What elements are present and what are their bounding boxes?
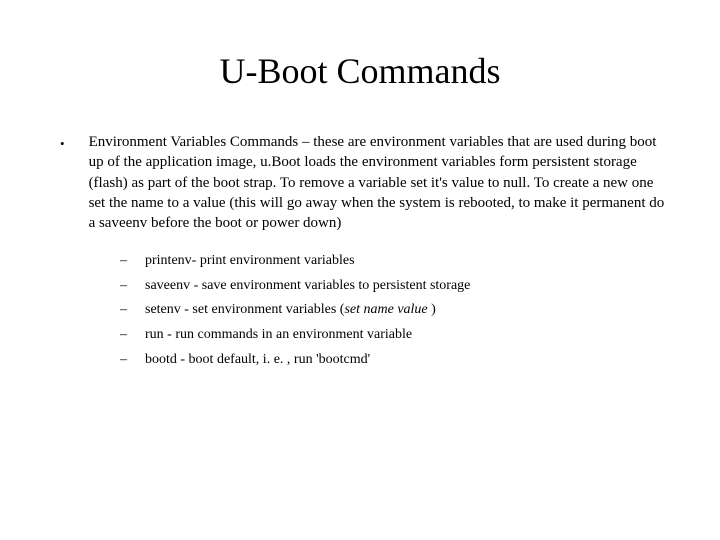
sub-bullet-list: – printenv- print environment variables … <box>120 251 670 369</box>
sub-bullet-item: – printenv- print environment variables <box>120 251 670 271</box>
sub-bullet-text: setenv - set environment variables (set … <box>145 300 436 320</box>
sub-bullet-item: – bootd - boot default, i. e. , run 'boo… <box>120 350 670 370</box>
slide-container: U-Boot Commands • Environment Variables … <box>0 0 720 540</box>
dash-icon: – <box>120 350 127 370</box>
sub-bullet-item: – setenv - set environment variables (se… <box>120 300 670 320</box>
sub-bullet-text: saveenv - save environment variables to … <box>145 276 470 296</box>
dash-icon: – <box>120 251 127 271</box>
main-bullet-row: • Environment Variables Commands – these… <box>60 132 670 233</box>
dash-icon: – <box>120 300 127 320</box>
sub-bullet-text: run - run commands in an environment var… <box>145 325 412 345</box>
bullet-dot-icon: • <box>60 134 65 154</box>
sub-bullet-text: bootd - boot default, i. e. , run 'bootc… <box>145 350 370 370</box>
sub-bullet-item: – saveenv - save environment variables t… <box>120 276 670 296</box>
slide-title: U-Boot Commands <box>50 50 670 92</box>
sub-bullet-text: printenv- print environment variables <box>145 251 355 271</box>
main-bullet-text: Environment Variables Commands – these a… <box>89 132 670 233</box>
dash-icon: – <box>120 325 127 345</box>
dash-icon: – <box>120 276 127 296</box>
sub-bullet-item: – run - run commands in an environment v… <box>120 325 670 345</box>
